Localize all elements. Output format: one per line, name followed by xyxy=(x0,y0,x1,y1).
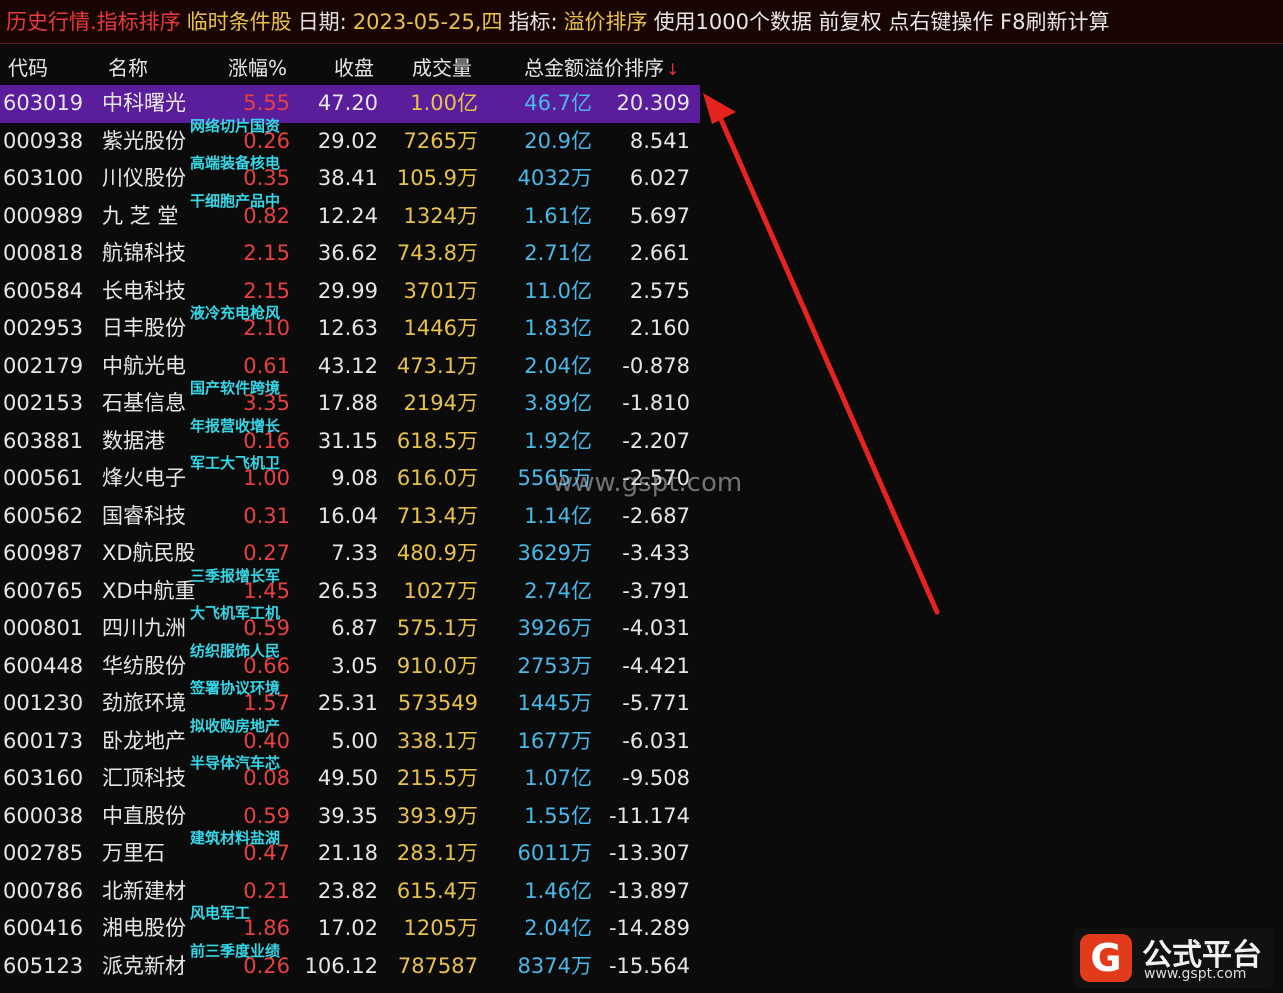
arrow-head xyxy=(703,93,736,124)
logo-url: www.gspt.com xyxy=(1144,966,1247,982)
logo-mark: G xyxy=(1080,934,1132,982)
watermark: www.gspt.com xyxy=(552,468,743,498)
gspt-logo: G 公式平台 www.gspt.com xyxy=(1074,928,1274,988)
arrow-shaft xyxy=(713,105,940,615)
